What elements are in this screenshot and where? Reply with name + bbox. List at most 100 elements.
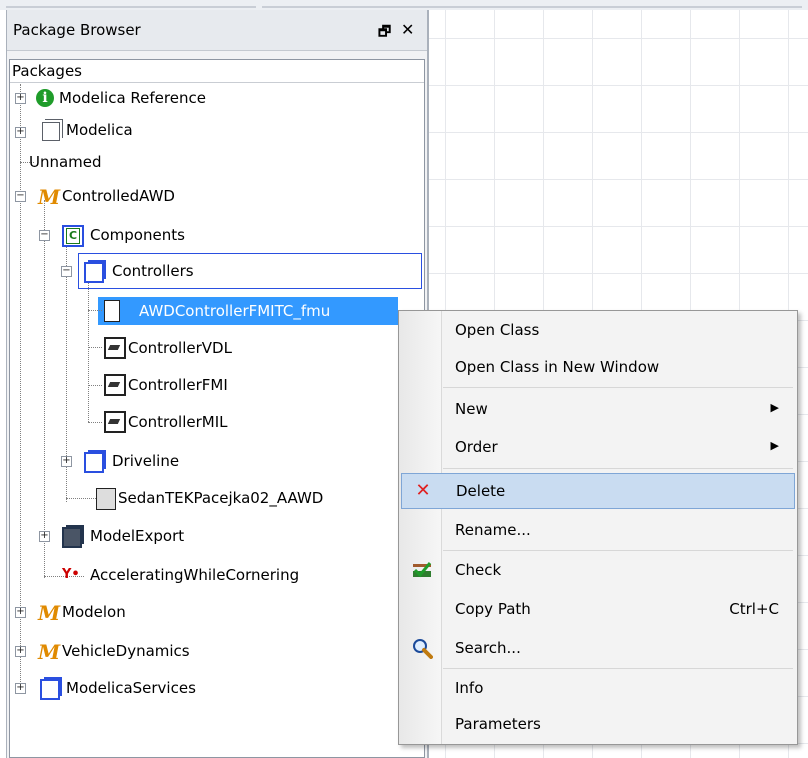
menu-separator [443, 387, 793, 388]
menu-item-label: Rename... [455, 521, 531, 539]
tree-item-controllermil[interactable]: ControllerMIL [0, 410, 420, 434]
tree-item-label: ControllerFMI [128, 376, 228, 394]
expand-icon[interactable]: + [15, 607, 26, 618]
menu-item-label: Check [455, 561, 502, 579]
menu-item-info[interactable]: Info [401, 671, 795, 707]
tree-item-vehicledynamics[interactable]: + M VehicleDynamics [0, 639, 420, 663]
menu-item-label: Info [455, 679, 484, 697]
search-icon [411, 637, 433, 659]
top-edge-right [262, 6, 802, 8]
expand-icon[interactable]: + [15, 127, 26, 138]
menu-item-label: Copy Path [455, 600, 531, 618]
menu-item-parameters[interactable]: Parameters [401, 707, 795, 743]
menu-item-shortcut: Ctrl+C [729, 600, 779, 618]
tree-item-label: Unnamed [29, 153, 102, 171]
tree-header-label: Packages [12, 62, 82, 80]
tree-item-label: SedanTEKPacejka02_AAWD [118, 489, 324, 507]
menu-item-new[interactable]: New ▶ [401, 392, 795, 428]
menu-separator [443, 468, 793, 469]
tree-item-label: ControllerMIL [128, 413, 228, 431]
menu-item-check[interactable]: Check [401, 553, 795, 589]
close-icon[interactable]: ✕ [401, 20, 414, 39]
panel-titlebar: Package Browser 🗗 ✕ [7, 10, 427, 51]
tree-item-controlledawd[interactable]: − M ControlledAWD [0, 184, 420, 208]
tree-item-controllerfmi[interactable]: ControllerFMI [0, 373, 420, 397]
window-top-strip [0, 0, 808, 10]
tree-item-label: ModelicaServices [66, 679, 196, 697]
menu-separator [443, 550, 793, 551]
tree-item-sedantekpacejka02-aawd[interactable]: SedanTEKPacejka02_AAWD [0, 486, 420, 510]
menu-item-open-class-new-window[interactable]: Open Class in New Window [401, 350, 795, 386]
dark-package-icon [62, 527, 82, 548]
menu-separator [443, 668, 793, 669]
tree-item-label: AWDControllerFMITC_fmu [139, 302, 331, 320]
controller-block-icon [104, 411, 126, 433]
delete-x-icon: ✕ [415, 480, 431, 501]
tree-item-label: Modelica [66, 121, 133, 139]
tree-item-controllervdl[interactable]: ControllerVDL [0, 336, 420, 360]
tree-item-label: Modelica Reference [59, 89, 206, 107]
package-icon [42, 122, 60, 141]
menu-item-delete[interactable]: ✕ Delete [401, 473, 795, 509]
menu-item-label: Search... [455, 639, 521, 657]
expand-icon[interactable]: + [15, 683, 26, 694]
tree-item-modelica-reference[interactable]: + i Modelica Reference [0, 86, 420, 110]
controller-block-icon [104, 374, 126, 396]
panel-title: Package Browser [13, 21, 141, 39]
tree-item-modelica[interactable]: + Modelica [0, 118, 420, 142]
menu-item-rename[interactable]: Rename... [401, 513, 795, 549]
menu-item-label: Order [455, 438, 498, 456]
menu-item-copy-path[interactable]: Copy Path Ctrl+C [401, 592, 795, 628]
tree-item-label: AcceleratingWhileCornering [90, 566, 300, 584]
package-icon [84, 452, 104, 473]
modelon-m-icon: M [38, 601, 61, 625]
menu-item-label: New [455, 400, 488, 418]
expand-icon[interactable]: + [61, 456, 72, 467]
tree-item-unnamed[interactable]: Unnamed [0, 150, 420, 174]
tree-item-label: Components [90, 226, 185, 244]
package-icon [40, 679, 60, 700]
controller-block-icon [104, 337, 126, 359]
collapse-icon[interactable]: − [15, 191, 26, 202]
tree-item-label: Controllers [112, 262, 194, 280]
expand-icon[interactable]: + [39, 531, 50, 542]
menu-item-order[interactable]: Order ▶ [401, 430, 795, 466]
modelon-m-icon: M [38, 185, 61, 209]
package-icon [84, 262, 104, 283]
tree-item-modelicaservices[interactable]: + ModelicaServices [0, 676, 420, 700]
tree-item-label: ModelExport [90, 527, 185, 545]
vehicle-model-icon [96, 488, 116, 510]
info-icon: i [36, 89, 54, 107]
tree-header: Packages [10, 60, 424, 83]
tree-item-acceleratingwhilecornering[interactable]: Y• AcceleratingWhileCornering [0, 563, 420, 587]
collapse-icon[interactable]: − [61, 266, 72, 277]
modelon-m-icon: M [38, 640, 61, 664]
top-edge-left [6, 6, 256, 8]
tree-item-modelon[interactable]: + M Modelon [0, 600, 420, 624]
menu-item-label: Delete [456, 482, 506, 500]
tree-item-controllers[interactable]: − Controllers [0, 259, 420, 283]
expand-icon[interactable]: + [15, 93, 26, 104]
tree-item-label: Modelon [62, 603, 126, 621]
collapse-icon[interactable]: − [39, 230, 50, 241]
menu-item-search[interactable]: Search... [401, 631, 795, 667]
menu-item-label: Open Class [455, 321, 540, 339]
tree-item-components[interactable]: − C Components [0, 223, 420, 247]
tree-item-label: VehicleDynamics [62, 642, 190, 660]
menu-item-label: Parameters [455, 715, 541, 733]
menu-item-open-class[interactable]: Open Class [401, 313, 795, 349]
component-package-icon: C [62, 225, 84, 247]
expand-icon[interactable]: + [15, 646, 26, 657]
menu-item-label: Open Class in New Window [455, 358, 660, 376]
tree-item-modelexport[interactable]: + ModelExport [0, 524, 420, 548]
fmu-block-icon [104, 300, 120, 322]
experiment-icon: Y• [62, 567, 80, 582]
float-window-icon[interactable]: 🗗 [378, 21, 391, 45]
submenu-arrow-icon: ▶ [770, 401, 779, 414]
tree-item-label: ControlledAWD [62, 187, 175, 205]
context-menu: Open Class Open Class in New Window New … [398, 310, 798, 745]
check-icon [411, 559, 433, 581]
tree-item-awdcontrollerfmitc-fmu[interactable]: AWDControllerFMITC_fmu [98, 299, 398, 323]
tree-item-driveline[interactable]: + Driveline [0, 449, 420, 473]
tree-item-label: Driveline [112, 452, 180, 470]
